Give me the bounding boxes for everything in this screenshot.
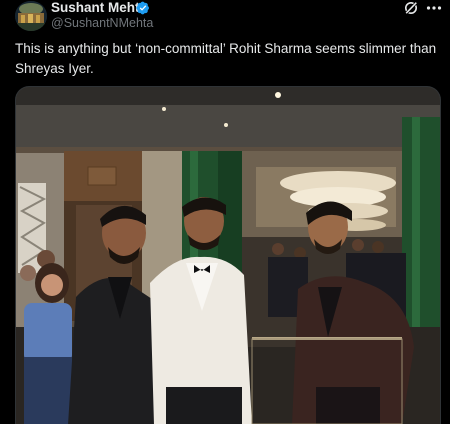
author-handle[interactable]: @SushantNMehta — [51, 16, 153, 30]
grok-icon[interactable] — [403, 0, 419, 16]
tweet: Sushant Mehta @SushantNMehta This is any… — [0, 0, 450, 424]
author-name[interactable]: Sushant Mehta — [51, 0, 147, 15]
tweet-text: This is anything but ‘non-committal’ Roh… — [15, 41, 437, 76]
tweet-photo[interactable] — [15, 86, 441, 424]
verified-badge-icon — [136, 1, 149, 15]
more-options-icon[interactable] — [426, 1, 442, 15]
author-avatar[interactable] — [15, 1, 47, 31]
